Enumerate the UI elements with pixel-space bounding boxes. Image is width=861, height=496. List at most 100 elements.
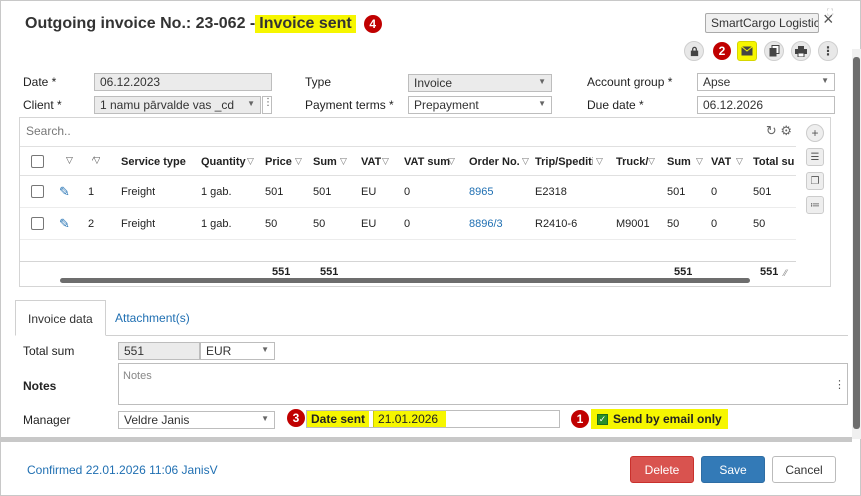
filter-icon[interactable]: ▽ <box>696 156 703 167</box>
payment-terms-select[interactable]: Prepayment ▼ <box>408 96 552 114</box>
manager-select[interactable]: Veldre Janis ▼ <box>118 411 275 429</box>
filter-icon[interactable]: ▽ <box>66 155 73 166</box>
tab-invoice-data[interactable]: Invoice data <box>15 300 106 336</box>
title-prefix: Outgoing invoice No.: 23-062 - <box>25 15 256 32</box>
refresh-icon[interactable]: ↻ <box>766 123 777 138</box>
edit-pencil-icon[interactable]: ✎ <box>59 184 70 200</box>
type-value: Invoice <box>414 76 453 90</box>
notes-textarea[interactable]: Notes ⋮ <box>118 363 848 405</box>
filter-icon[interactable]: ▽ <box>648 156 655 167</box>
add-row-button[interactable]: + <box>806 124 824 142</box>
filter-icon[interactable]: ▽ <box>247 156 254 167</box>
gear-icon[interactable]: ⚙ <box>780 123 792 138</box>
notes-placeholder: Notes <box>123 370 152 382</box>
cell-service: Freight <box>121 186 156 198</box>
save-button[interactable]: Save <box>701 456 765 483</box>
cell-vat-sum: 0 <box>404 218 411 230</box>
payment-terms-label: Payment terms * <box>305 98 394 112</box>
order-link[interactable]: 8896/3 <box>469 218 503 230</box>
annotation-badge-4: 4 <box>363 15 382 33</box>
cancel-button[interactable]: Cancel <box>772 456 836 483</box>
cell-vat: EU <box>361 186 377 198</box>
date-field[interactable]: 06.12.2023 <box>94 73 272 91</box>
invoice-dialog: Outgoing invoice No.: 23-062 - Invoice s… <box>0 0 861 496</box>
row-number: 2 <box>88 218 95 230</box>
tab-attachments[interactable]: Attachment(s) <box>103 300 202 336</box>
sort-filter-icon[interactable]: ⁄▽ <box>92 155 100 166</box>
col-trip[interactable]: Trip/Speditior <box>535 156 593 168</box>
caret-down-icon: ▼ <box>538 99 546 108</box>
col-vat-sum[interactable]: VAT sum <box>404 156 450 168</box>
total-sum: 551 <box>320 266 339 278</box>
cell-price: 50 <box>265 218 278 230</box>
list-icon: ☰ <box>810 151 820 163</box>
copy-button[interactable] <box>764 41 784 61</box>
col-total-sum[interactable]: Total sum <box>753 156 795 168</box>
currency-select[interactable]: EUR ▼ <box>200 342 275 360</box>
numbered-list-button[interactable]: ≔ <box>806 196 824 214</box>
bottom-scrollbar[interactable] <box>1 437 852 442</box>
company-selector[interactable]: SmartCargo Logistics <box>705 13 819 33</box>
grid-search-input[interactable]: Search.. <box>26 124 71 138</box>
grid-tools: ↻ ⚙ <box>766 123 792 139</box>
filter-icon[interactable]: ▽ <box>596 156 603 167</box>
client-select[interactable]: 1 namu pārvalde vas _cd ▼ <box>94 96 261 114</box>
filter-icon[interactable]: ▽ <box>736 156 743 167</box>
col-vat-2[interactable]: VAT <box>711 156 731 168</box>
resize-handle-icon[interactable]: ⁄⁄ <box>784 268 787 278</box>
col-order-no[interactable]: Order No. <box>469 156 520 168</box>
list-button[interactable]: ☰ <box>806 148 824 166</box>
col-vat[interactable]: VAT <box>361 156 381 168</box>
date-sent-field[interactable]: Date sent 21.01.2026 <box>306 410 560 428</box>
send-email-button[interactable] <box>737 41 757 61</box>
col-sum-2[interactable]: Sum <box>667 156 691 168</box>
col-truck[interactable]: Truck/ <box>616 156 648 168</box>
filter-icon[interactable]: ▽ <box>522 156 529 167</box>
col-quantity[interactable]: Quantity <box>201 156 246 168</box>
order-link[interactable]: 8965 <box>469 186 493 198</box>
filter-icon[interactable]: ▽ <box>340 156 347 167</box>
duplicate-row-button[interactable]: ❐ <box>806 172 824 190</box>
delete-button[interactable]: Delete <box>630 456 694 483</box>
cell-sum: 501 <box>313 186 332 198</box>
type-select[interactable]: Invoice ▼ <box>408 74 552 92</box>
filter-icon[interactable]: ▽ <box>448 156 455 167</box>
cell-service: Freight <box>121 218 156 230</box>
account-group-select[interactable]: Apse ▼ <box>697 73 835 91</box>
client-more-icon[interactable]: ⋮ <box>262 96 273 114</box>
scroll-thumb[interactable] <box>853 57 860 429</box>
col-service-type[interactable]: Service type <box>121 156 186 168</box>
cell-vat-2: 0 <box>711 218 718 230</box>
horizontal-scrollbar[interactable] <box>60 278 750 283</box>
total-price: 551 <box>272 266 291 278</box>
caret-down-icon: ▼ <box>247 99 255 108</box>
close-button[interactable]: × <box>823 9 834 30</box>
print-button[interactable] <box>791 41 811 61</box>
table-row[interactable]: ✎ 1 Freight 1 gab. 501 501 EU 0 8965 E23… <box>20 176 796 208</box>
account-group-label: Account group * <box>587 75 673 89</box>
filter-icon[interactable]: ▽ <box>295 156 302 167</box>
kebab-icon[interactable]: ⋮ <box>834 378 845 391</box>
row-checkbox[interactable] <box>31 217 44 230</box>
due-date-field[interactable]: 06.12.2026 <box>697 96 835 114</box>
cell-vat-2: 0 <box>711 186 718 198</box>
vertical-scrollbar[interactable] <box>852 49 861 439</box>
row-checkbox[interactable] <box>31 185 44 198</box>
checkmark-icon[interactable]: ✓ <box>597 413 608 425</box>
copy-icon: ❐ <box>810 175 820 187</box>
caret-down-icon: ▼ <box>261 345 269 354</box>
filter-icon[interactable]: ▽ <box>382 156 389 167</box>
select-all-checkbox[interactable] <box>31 155 44 168</box>
table-row[interactable]: ✎ 2 Freight 1 gab. 50 50 EU 0 8896/3 R24… <box>20 208 796 240</box>
col-price[interactable]: Price <box>265 156 292 168</box>
edit-pencil-icon[interactable]: ✎ <box>59 216 70 232</box>
lock-button[interactable] <box>684 41 704 61</box>
send-by-email-toggle[interactable]: ✓ Send by email only <box>591 409 728 429</box>
caret-down-icon: ▼ <box>538 77 546 86</box>
caret-down-icon: ▼ <box>261 414 269 423</box>
more-options-button[interactable]: ⋮ <box>818 41 838 61</box>
annotation-badge-3: 3 <box>287 409 305 427</box>
tab-bar: Invoice data Attachment(s) <box>15 300 848 336</box>
col-sum[interactable]: Sum <box>313 156 337 168</box>
envelope-icon <box>741 46 753 56</box>
